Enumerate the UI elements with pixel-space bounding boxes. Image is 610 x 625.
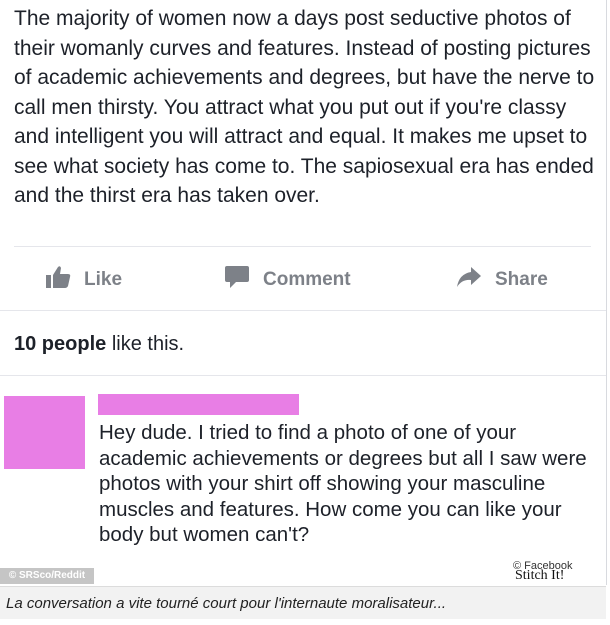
comment-label: Comment (263, 269, 351, 290)
likes-summary[interactable]: 10 people like this. (14, 333, 184, 356)
facebook-post: The majority of women now a days post se… (0, 0, 607, 585)
likes-count[interactable]: 10 people (14, 333, 106, 355)
share-button[interactable]: Share (456, 255, 548, 305)
comment-button[interactable]: Comment (224, 255, 351, 305)
thumbs-up-icon (45, 265, 84, 295)
speech-bubble-icon (224, 265, 263, 295)
comment-text: Hey dude. I tried to find a photo of one… (99, 421, 587, 547)
like-label: Like (84, 269, 123, 290)
watermark: © Facebook Stitch It! (513, 560, 572, 583)
likes-suffix: like this. (106, 333, 185, 355)
comment: Hey dude. I tried to find a photo of one… (0, 378, 606, 585)
like-button[interactable]: Like (45, 255, 122, 305)
post-text: The majority of women now a days post se… (14, 7, 595, 207)
caption: La conversation a vite tourné court pour… (6, 595, 447, 612)
share-arrow-icon (456, 266, 495, 294)
divider (14, 246, 591, 247)
post-actions: Like Comment Share (0, 255, 606, 305)
avatar-redacted[interactable] (4, 396, 85, 469)
divider (0, 375, 606, 376)
photo-credit: © SRSco/Reddit (0, 568, 94, 584)
commenter-name-redacted[interactable] (98, 394, 299, 415)
caption-bar: La conversation a vite tourné court pour… (0, 586, 606, 619)
brand-watermark: Stitch It! (515, 568, 565, 583)
share-label: Share (495, 269, 548, 290)
divider (0, 310, 606, 311)
